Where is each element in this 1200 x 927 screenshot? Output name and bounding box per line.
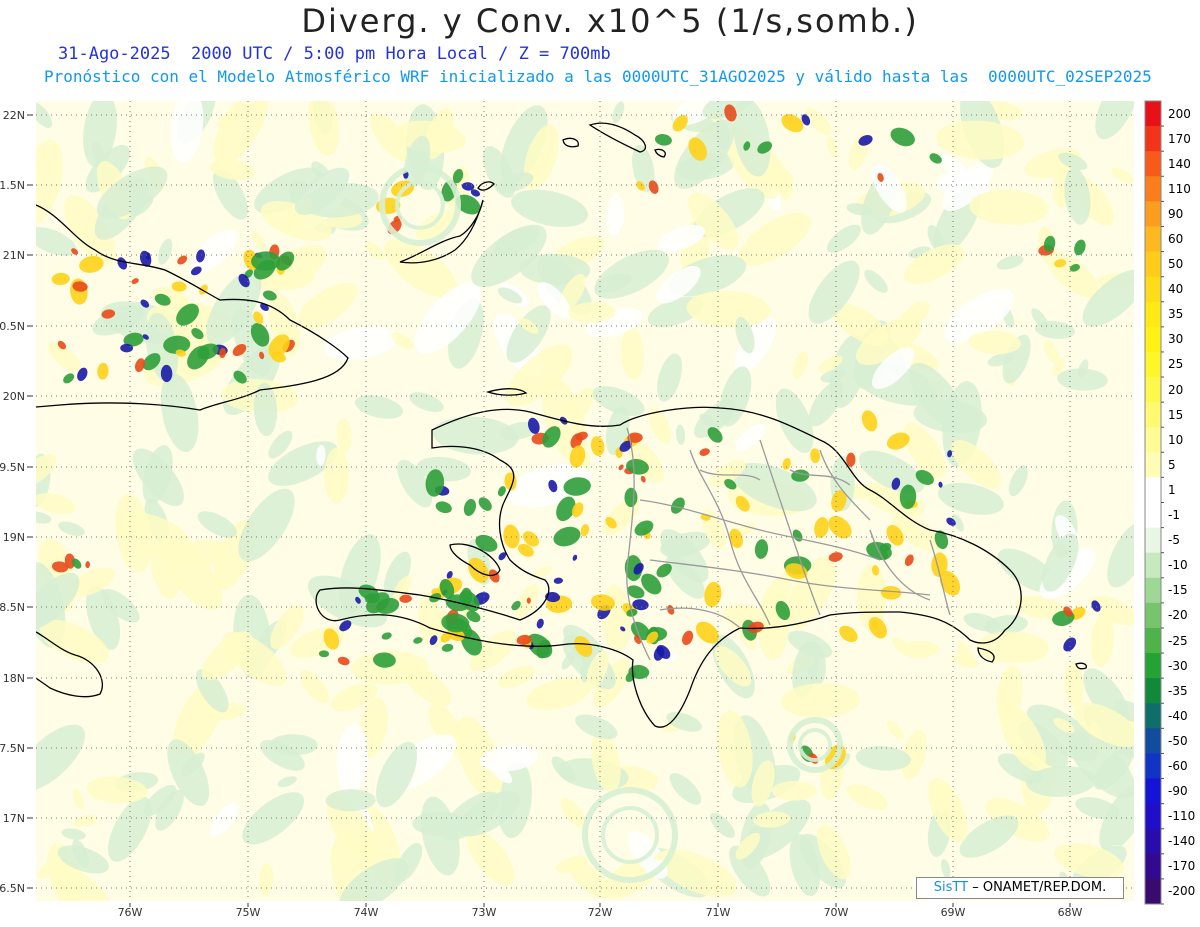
colorbar-swatch (1145, 728, 1161, 754)
colorbar-level-label: 50 (1168, 257, 1184, 272)
colorbar-swatch (1145, 878, 1161, 905)
colorbar-swatch (1145, 452, 1161, 478)
colorbar-level-label: -200 (1168, 884, 1196, 899)
colorbar-swatch (1145, 678, 1161, 704)
colorbar-level-label: 60 (1168, 232, 1184, 247)
colorbar-swatch (1145, 326, 1161, 353)
colorbar-level-label: -35 (1168, 683, 1188, 698)
colorbar-swatch (1145, 151, 1161, 177)
colorbar-level-label: -60 (1168, 758, 1188, 773)
map-title: Diverg. y Conv. x10^5 (1/s,somb.) (301, 2, 919, 40)
colorbar-swatch (1145, 101, 1161, 127)
colorbar-level-label: 15 (1168, 407, 1184, 422)
lat-tick-label: 19N (3, 531, 25, 544)
colorbar-swatch (1145, 301, 1161, 328)
colorbar-swatch (1145, 803, 1161, 830)
lat-tick-label: 8.5N (0, 601, 25, 614)
lon-tick-label: 72W (588, 906, 613, 919)
latitude-axis: 22N 1.5N 21N 0.5N 20N 9.5N 19N 8.5N 18N 7.5N 17N 6.… (0, 109, 33, 895)
colorbar-level-label: -140 (1168, 834, 1196, 849)
colorbar-level-label: 40 (1168, 282, 1184, 297)
lat-tick-label: 18N (3, 672, 25, 685)
colorbar-level-label: -10 (1168, 558, 1188, 573)
colorbar-level-label: 90 (1168, 206, 1184, 221)
colorbar-swatch (1145, 427, 1161, 453)
colorbar-level-label: -1 (1168, 508, 1180, 523)
colorbar-swatch (1145, 276, 1161, 303)
lat-tick-label: 6.5N (0, 882, 25, 895)
colorbar-swatch (1145, 351, 1161, 378)
colorbar-swatch (1145, 552, 1161, 579)
colorbar-swatch (1145, 828, 1161, 855)
colorbar-level-label: 35 (1168, 307, 1184, 322)
longitude-axis: 76W 75W 74W 73W 72W 71W 70W 69W 68W (118, 903, 1083, 919)
colorbar-swatch (1145, 527, 1161, 554)
colorbar-level-label: -15 (1168, 583, 1188, 598)
lon-tick-label: 74W (354, 906, 379, 919)
credit-text: – ONAMET/REP.DOM. (972, 880, 1107, 895)
credit-box: SisTT – ONAMET/REP.DOM. (916, 877, 1124, 899)
colorbar-swatch (1145, 226, 1161, 253)
lon-tick-label: 71W (706, 906, 731, 919)
colorbar-level-label: -40 (1168, 708, 1188, 723)
lat-tick-label: 1.5N (0, 179, 25, 192)
colorbar-swatch (1145, 653, 1161, 679)
colorbar-level-label: 170 (1168, 131, 1191, 146)
colorbar-swatch (1145, 853, 1161, 880)
lat-tick-label: 0.5N (0, 320, 25, 333)
lat-tick-label: 22N (3, 109, 25, 122)
colorbar-swatch (1145, 627, 1161, 654)
lat-tick-label: 7.5N (0, 742, 25, 755)
colorbar (1144, 100, 1164, 905)
lon-tick-label: 73W (472, 906, 497, 919)
colorbar-swatch (1145, 251, 1161, 278)
colorbar-level-label: 200 (1168, 106, 1191, 121)
sistt-logo: SisTT (933, 880, 969, 895)
colorbar-swatch (1145, 502, 1161, 529)
colorbar-swatch (1145, 126, 1161, 152)
colorbar-swatch (1145, 377, 1161, 403)
colorbar-swatch (1145, 477, 1161, 503)
colorbar-level-label: -20 (1168, 608, 1188, 623)
colorbar-level-label: 1 (1168, 482, 1176, 497)
colorbar-level-label: -90 (1168, 784, 1188, 799)
lat-tick-label: 9.5N (0, 461, 25, 474)
colorbar-level-label: 20 (1168, 382, 1184, 397)
lat-tick-label: 21N (3, 249, 25, 262)
colorbar-level-label: -25 (1168, 633, 1188, 648)
lon-tick-label: 75W (236, 906, 261, 919)
valid-time-subtitle: 31-Ago-2025 2000 UTC / 5:00 pm Hora Loca… (58, 44, 611, 64)
colorbar-level-label: -50 (1168, 733, 1188, 748)
colorbar-level-label: -5 (1168, 533, 1180, 548)
colorbar-swatch (1145, 703, 1161, 729)
colorbar-level-label: 30 (1168, 332, 1184, 347)
colorbar-level-label: 110 (1168, 181, 1191, 196)
colorbar-swatch (1145, 753, 1161, 780)
colorbar-level-label: 10 (1168, 432, 1184, 447)
colorbar-level-label: -30 (1168, 658, 1188, 673)
lon-tick-label: 68W (1058, 906, 1083, 919)
divergence-field (36, 101, 1134, 901)
weather-map: 22N 1.5N 21N 0.5N 20N 9.5N 19N 8.5N 18N 7.5N 17N 6.… (0, 100, 1164, 919)
model-run-subtitle: Pronóstico con el Modelo Atmosférico WRF… (44, 67, 1152, 86)
colorbar-level-label: 25 (1168, 357, 1184, 372)
colorbar-level-label: -170 (1168, 859, 1196, 874)
colorbar-level-label: 5 (1168, 457, 1176, 472)
lon-tick-label: 69W (941, 906, 966, 919)
colorbar-swatch (1145, 577, 1161, 604)
colorbar-swatch (1145, 602, 1161, 629)
lat-tick-label: 20N (3, 390, 25, 403)
colorbar-swatch (1145, 778, 1161, 805)
colorbar-swatch (1145, 201, 1161, 227)
lon-tick-label: 76W (118, 906, 143, 919)
colorbar-level-label: 140 (1168, 156, 1191, 171)
colorbar-level-label: -110 (1168, 809, 1196, 824)
lon-tick-label: 70W (824, 906, 849, 919)
colorbar-swatch (1145, 402, 1161, 428)
colorbar-swatch (1145, 176, 1161, 202)
lat-tick-label: 17N (3, 812, 25, 825)
